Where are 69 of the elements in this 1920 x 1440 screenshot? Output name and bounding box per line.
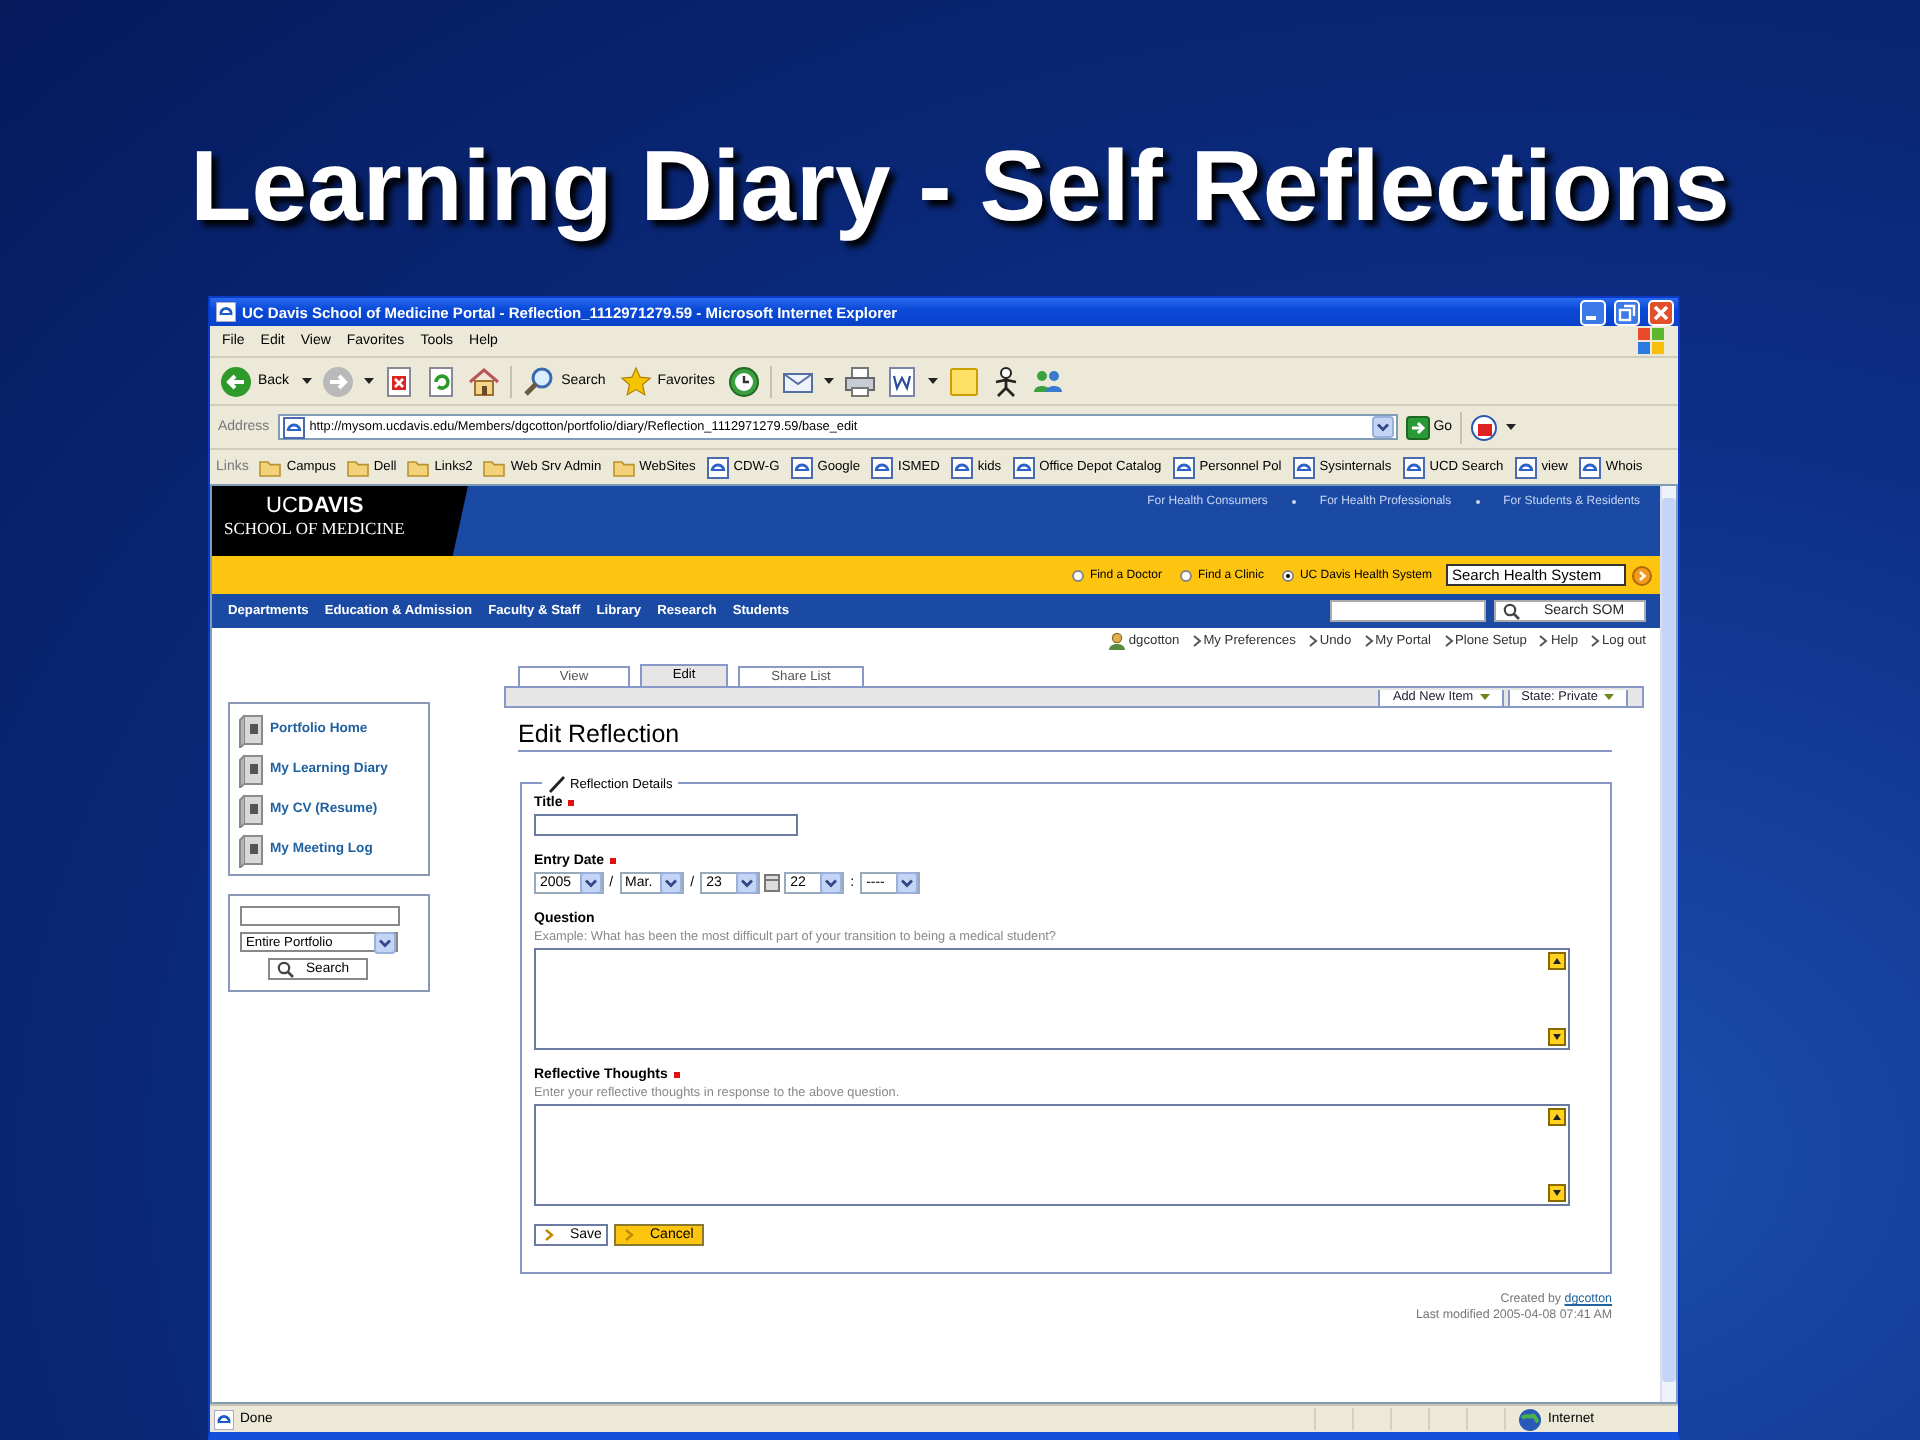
search-field[interactable] — [1330, 600, 1486, 622]
book-icon — [238, 791, 264, 827]
pencil-icon — [548, 774, 566, 794]
folder-icon — [258, 456, 283, 478]
logo-wordmark: UCDAVIS — [264, 496, 366, 518]
page-icon — [1011, 455, 1036, 479]
calendar-icon[interactable] — [764, 874, 781, 892]
page-icon — [1513, 455, 1538, 479]
folder-icon — [406, 456, 431, 478]
page-icon — [1291, 455, 1316, 479]
radio-button[interactable] — [1071, 569, 1084, 581]
folder-icon — [611, 456, 636, 478]
page-heading: Edit Reflection — [518, 720, 1612, 752]
minimize-icon[interactable] — [1580, 299, 1606, 325]
stop-icon[interactable] — [383, 365, 416, 397]
arrow-left-icon — [220, 365, 252, 397]
restore-icon[interactable] — [1614, 299, 1640, 325]
history-icon[interactable] — [727, 365, 760, 397]
people-icon[interactable] — [1031, 365, 1064, 397]
star-icon — [619, 365, 652, 397]
user-icon — [1108, 632, 1127, 650]
search-icon — [523, 365, 556, 397]
slide-title: Learning Diary - Self Reflections — [188, 128, 1732, 246]
print-icon[interactable] — [843, 365, 876, 397]
caret-icon — [1604, 694, 1614, 700]
caret-icon[interactable] — [363, 378, 374, 384]
edit-document-icon[interactable] — [885, 365, 918, 397]
folder-icon — [345, 456, 370, 478]
home-icon[interactable] — [467, 365, 500, 397]
page-icon — [1171, 455, 1196, 479]
caret-icon[interactable] — [1506, 424, 1517, 430]
caret-icon[interactable] — [927, 378, 938, 384]
page-icon — [789, 455, 814, 479]
book-icon — [238, 751, 264, 787]
caret-icon — [1479, 694, 1490, 700]
arrow-right-icon — [1405, 415, 1430, 439]
logo-subtitle: SCHOOL OF MEDICINE — [224, 518, 407, 540]
globe-icon — [1518, 1407, 1542, 1431]
text-input[interactable] — [534, 814, 798, 836]
page-icon — [869, 455, 894, 479]
go-icon[interactable] — [1632, 565, 1652, 585]
radio-button[interactable] — [1281, 569, 1294, 581]
radio-button[interactable] — [1179, 569, 1192, 581]
scroll-down-icon[interactable] — [1548, 1028, 1566, 1046]
scroll-up-icon[interactable] — [1548, 952, 1566, 970]
book-icon — [238, 831, 264, 867]
scrollbar[interactable] — [1660, 486, 1676, 1402]
text-area[interactable] — [534, 948, 1570, 1050]
scroll-down-icon[interactable] — [1548, 1184, 1566, 1202]
refresh-icon[interactable] — [425, 365, 458, 397]
caret-icon[interactable] — [823, 378, 834, 384]
windows-flag-icon — [1636, 326, 1666, 356]
page-icon — [1577, 455, 1602, 479]
page-icon — [281, 415, 306, 439]
close-icon[interactable] — [1648, 299, 1674, 325]
book-icon — [238, 711, 264, 747]
text-area[interactable] — [534, 1104, 1570, 1206]
page-icon — [214, 1409, 234, 1429]
caret-icon[interactable] — [301, 378, 312, 384]
page-icon — [949, 455, 974, 479]
page-icon — [705, 455, 730, 479]
page-icon — [1401, 455, 1426, 479]
browser-icon — [216, 302, 236, 322]
folder-icon — [482, 456, 507, 478]
plugin-icon[interactable] — [1470, 413, 1499, 441]
scroll-up-icon[interactable] — [1548, 1108, 1566, 1126]
search-field[interactable] — [240, 906, 400, 926]
search-icon — [1502, 602, 1520, 620]
search-icon — [276, 960, 294, 978]
